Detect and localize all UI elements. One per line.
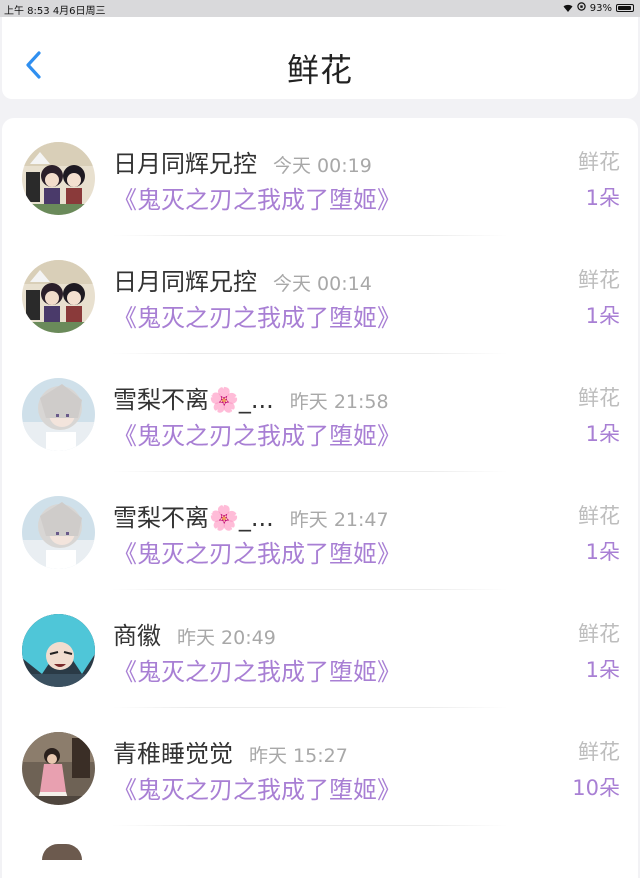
user-name[interactable]: 雪梨不离🌸_...: [113, 498, 274, 533]
timestamp: 昨天 21:47: [289, 509, 389, 531]
orientation-lock-icon: [577, 2, 586, 14]
name-line: 雪梨不离🌸_... 昨天 21:47: [113, 498, 389, 533]
name-line: 青稚睡觉觉 昨天 15:27: [113, 734, 348, 769]
gift-type: 鲜花: [578, 268, 620, 292]
battery-icon: [616, 4, 634, 12]
nav-header: 鲜花: [2, 17, 638, 99]
avatar[interactable]: [22, 142, 95, 215]
book-title-link[interactable]: 《鬼灭之刃之我成了堕姬》: [113, 770, 401, 805]
user-name[interactable]: 雪梨不离🌸_...: [113, 380, 274, 415]
list-item[interactable]: 雪梨不离🌸_... 昨天 21:58 《鬼灭之刃之我成了堕姬》 鲜花 1朵: [2, 354, 638, 472]
gift-count: 1朵: [585, 422, 620, 446]
book-title-link[interactable]: 《鬼灭之刃之我成了堕姬》: [113, 180, 401, 215]
gift-type: 鲜花: [578, 150, 620, 174]
gift-count: 1朵: [585, 540, 620, 564]
gift-type: 鲜花: [578, 386, 620, 410]
list-item[interactable]: 商徽 昨天 20:49 《鬼灭之刃之我成了堕姬》 鲜花 1朵: [2, 590, 638, 708]
battery-percent: 93%: [589, 2, 612, 14]
avatar[interactable]: [22, 614, 95, 687]
book-title-link[interactable]: 《鬼灭之刃之我成了堕姬》: [113, 652, 401, 687]
gift-count: 10朵: [572, 776, 620, 800]
timestamp: 今天 00:19: [273, 155, 372, 177]
wifi-icon: [563, 4, 573, 12]
avatar[interactable]: [22, 496, 95, 569]
list-item[interactable]: 青稚睡觉觉 昨天 15:27 《鬼灭之刃之我成了堕姬》 鲜花 10朵: [2, 708, 638, 826]
name-line: 日月同辉兄控 今天 00:19: [113, 144, 372, 179]
timestamp: 昨天 21:58: [289, 391, 389, 413]
timestamp: 今天 00:14: [273, 273, 372, 295]
status-indicators: 93%: [563, 2, 634, 14]
avatar[interactable]: [22, 260, 95, 333]
gift-count: 1朵: [585, 186, 620, 210]
row-divider: [112, 825, 508, 826]
user-name[interactable]: 青稚睡觉觉: [113, 734, 233, 769]
book-title-link[interactable]: 《鬼灭之刃之我成了堕姬》: [113, 298, 401, 333]
book-title-link[interactable]: 《鬼灭之刃之我成了堕姬》: [113, 416, 401, 451]
gift-type: 鲜花: [578, 740, 620, 764]
name-line: 日月同辉兄控 今天 00:14: [113, 262, 372, 297]
gift-count: 1朵: [585, 658, 620, 682]
gift-type: 鲜花: [578, 622, 620, 646]
user-name[interactable]: 商徽: [113, 616, 161, 651]
list-item[interactable]: 日月同辉兄控 今天 00:14 《鬼灭之刃之我成了堕姬》 鲜花 1朵: [2, 236, 638, 354]
gift-count: 1朵: [585, 304, 620, 328]
next-row-avatar-peek: [42, 844, 82, 860]
book-title-link[interactable]: 《鬼灭之刃之我成了堕姬》: [113, 534, 401, 569]
name-line: 雪梨不离🌸_... 昨天 21:58: [113, 380, 389, 415]
page-title: 鲜花: [286, 51, 353, 89]
timestamp: 昨天 15:27: [249, 745, 348, 767]
user-name[interactable]: 日月同辉兄控: [113, 262, 257, 297]
avatar[interactable]: [22, 378, 95, 451]
status-bar: 上午 8:53 4月6日周三 93%: [0, 0, 640, 17]
gift-type: 鲜花: [578, 504, 620, 528]
user-name[interactable]: 日月同辉兄控: [113, 144, 257, 179]
list-item[interactable]: 日月同辉兄控 今天 00:19 《鬼灭之刃之我成了堕姬》 鲜花 1朵: [2, 118, 638, 236]
gift-record-list: 日月同辉兄控 今天 00:19 《鬼灭之刃之我成了堕姬》 鲜花 1朵 日月同辉兄…: [2, 118, 638, 878]
name-line: 商徽 昨天 20:49: [113, 616, 276, 651]
status-time-date: 上午 8:53 4月6日周三: [4, 6, 106, 17]
timestamp: 昨天 20:49: [177, 627, 276, 649]
avatar[interactable]: [22, 732, 95, 805]
list-item[interactable]: 雪梨不离🌸_... 昨天 21:47 《鬼灭之刃之我成了堕姬》 鲜花 1朵: [2, 472, 638, 590]
